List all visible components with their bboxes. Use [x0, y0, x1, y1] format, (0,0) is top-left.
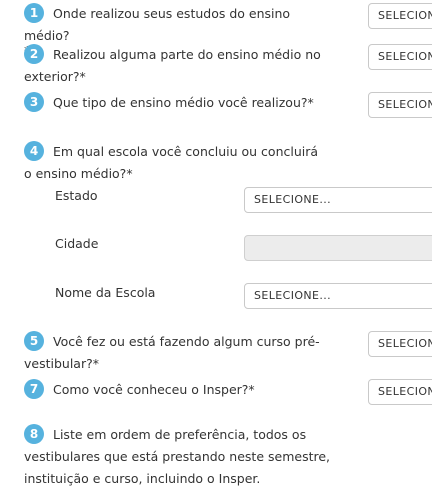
question-text: Que tipo de ensino médio você realizou?*	[53, 95, 314, 110]
question-text: Realizou alguma parte do ensino médio no…	[24, 47, 321, 84]
cidade-select[interactable]	[244, 235, 432, 261]
question-text: Como você conheceu o Insper?*	[53, 382, 255, 397]
question-number-badge: 2	[24, 44, 44, 64]
question-3-select[interactable]: SELECIONE...	[368, 92, 432, 118]
question-5-select[interactable]: SELECIONE...	[368, 331, 432, 357]
escola-select[interactable]: SELECIONE...	[244, 283, 432, 309]
question-number-badge: 3	[24, 92, 44, 112]
question-number-badge: 4	[24, 141, 44, 161]
question-8: 8 Liste em ordem de preferência, todos os…	[24, 424, 334, 490]
question-2: 2 Realizou alguma parte do ensino médio n…	[24, 44, 339, 88]
question-3: 3 Que tipo de ensino médio você realizou?…	[24, 92, 339, 114]
escola-label: Nome da Escola	[55, 285, 156, 300]
estado-select[interactable]: SELECIONE...	[244, 187, 432, 213]
question-2-select[interactable]: SELECIONE...	[368, 44, 432, 70]
question-text: Em qual escola você concluiu ou concluir…	[24, 144, 319, 181]
question-1-select[interactable]: SELECIONE...	[368, 3, 432, 29]
question-text: Você fez ou está fazendo algum curso pré…	[24, 334, 320, 371]
question-number-badge: 7	[24, 379, 44, 399]
question-5: 5 Você fez ou está fazendo algum curso pr…	[24, 331, 329, 375]
cidade-label: Cidade	[55, 236, 99, 251]
question-7-select[interactable]: SELECIONE...	[368, 379, 432, 405]
question-7: 7 Como você conheceu o Insper?*	[24, 379, 339, 401]
question-number-badge: 5	[24, 331, 44, 351]
question-text: Onde realizou seus estudos do ensino méd…	[24, 6, 291, 43]
question-number-badge: 1	[24, 3, 44, 23]
estado-label: Estado	[55, 188, 98, 203]
question-text: Liste em ordem de preferência, todos os …	[24, 427, 331, 486]
question-4: 4 Em qual escola você concluiu ou conclui…	[24, 141, 324, 185]
question-number-badge: 8	[24, 424, 44, 444]
